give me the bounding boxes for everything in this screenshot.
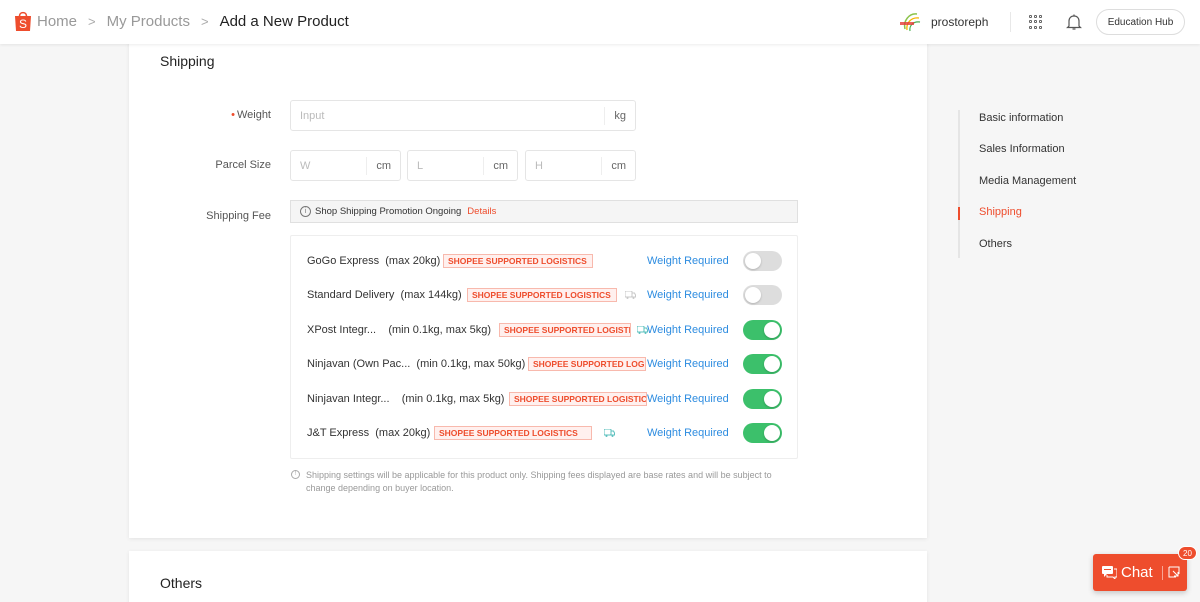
logistics-name: Standard Delivery (max 144kg) (307, 289, 462, 301)
others-section: Others (129, 551, 927, 602)
logistics-toggle[interactable] (743, 320, 782, 340)
required-marker: • (231, 109, 235, 121)
svg-text:S: S (19, 17, 27, 31)
chat-bubbles-icon (1102, 566, 1117, 579)
nav-media-management[interactable]: Media Management (979, 175, 1076, 187)
width-unit: cm (366, 156, 400, 175)
shopee-supported-logistics-tag: SHOPEE SUPPORTED LOGISTICS (499, 323, 631, 337)
shopee-supported-logistics-tag: SHOPEE SUPPORTED LOGISTICS (528, 357, 646, 371)
chat-divider (1162, 566, 1163, 580)
shipping-footnote: ! Shipping settings will be applicable f… (290, 469, 800, 495)
height-unit: cm (601, 156, 635, 175)
chevron-right-icon: > (88, 14, 96, 29)
chat-label: Chat (1121, 564, 1153, 581)
section-title: Others (160, 575, 203, 591)
shipping-fee-value: Weight Required (647, 393, 729, 405)
weight-unit: kg (604, 106, 635, 125)
shop-avatar (899, 9, 925, 35)
weight-label: • Weight (231, 109, 271, 121)
shipping-fee-value: Weight Required (647, 358, 729, 370)
header-divider (1010, 12, 1011, 32)
height-placeholder: H (535, 159, 543, 172)
logistics-row: Ninjavan (Own Pac... (min 0.1kg, max 50k… (291, 353, 797, 375)
toggle-knob (745, 253, 761, 269)
breadcrumb-home[interactable]: Home (37, 13, 77, 30)
logistics-row: XPost Integr... (min 0.1kg, max 5kg) SHOP… (291, 319, 797, 341)
nav-others[interactable]: Others (979, 238, 1012, 250)
parcel-height-input[interactable]: H cm (525, 150, 636, 181)
breadcrumb-my-products[interactable]: My Products (107, 13, 190, 30)
shop-account[interactable]: prostoreph (899, 9, 988, 35)
logistics-toggle[interactable] (743, 354, 782, 374)
chat-unread-badge: 20 (1178, 546, 1197, 560)
chevron-right-icon: > (200, 14, 209, 29)
breadcrumb: Home > My Products > Add a New Product (37, 13, 349, 30)
shipping-promotion-banner: i Shop Shipping Promotion Ongoing Detail… (290, 200, 798, 223)
chat-button[interactable]: Chat (1093, 554, 1187, 591)
active-nav-marker (958, 207, 960, 220)
shopee-supported-logistics-tag: SHOPEE SUPPORTED LOGISTICS (434, 426, 592, 440)
info-icon: ! (291, 470, 300, 479)
logistics-name: GoGo Express (max 20kg) (307, 255, 441, 267)
nav-sales-information[interactable]: Sales Information (979, 143, 1065, 155)
shipping-fee-value: Weight Required (647, 255, 729, 267)
nav-shipping[interactable]: Shipping (979, 206, 1022, 218)
apps-grid-icon[interactable] (1029, 15, 1043, 29)
logistics-row: Ninjavan Integr... (min 0.1kg, max 5kg) S… (291, 388, 797, 410)
logistics-row: GoGo Express (max 20kg) SHOPEE SUPPORTED … (291, 250, 797, 272)
parcel-length-input[interactable]: L cm (407, 150, 518, 181)
logistics-toggle[interactable] (743, 423, 782, 443)
logistics-row: J&T Express (max 20kg) SHOPEE SUPPORTED L… (291, 422, 797, 444)
promo-details-link[interactable]: Details (467, 206, 496, 217)
notification-bell-icon[interactable] (1066, 13, 1082, 31)
shopee-supported-logistics-tag: SHOPEE SUPPORTED LOGISTICS (509, 392, 647, 406)
logistics-toggle[interactable] (743, 285, 782, 305)
shop-name: prostoreph (931, 15, 989, 29)
logistics-name: Ninjavan Integr... (min 0.1kg, max 5kg) (307, 393, 505, 405)
shopee-supported-logistics-tag: SHOPEE SUPPORTED LOGISTICS (443, 254, 593, 268)
logistics-toggle[interactable] (743, 389, 782, 409)
shipping-section: Shipping • Weight Input kg Parcel Size W … (129, 38, 927, 538)
expand-chat-icon[interactable] (1168, 566, 1180, 578)
shipping-fee-label: Shipping Fee (206, 210, 271, 222)
nav-basic-information[interactable]: Basic information (979, 112, 1063, 124)
truck-icon (625, 291, 636, 299)
promo-text: Shop Shipping Promotion Ongoing (315, 206, 462, 217)
toggle-knob (764, 425, 780, 441)
parcel-size-label: Parcel Size (215, 159, 271, 171)
length-unit: cm (483, 156, 517, 175)
toggle-knob (764, 356, 780, 372)
width-placeholder: W (300, 159, 311, 172)
logistics-name: Ninjavan (Own Pac... (min 0.1kg, max 50k… (307, 358, 526, 370)
weight-placeholder: Input (300, 109, 325, 122)
toggle-knob (764, 391, 780, 407)
top-bar: S Home > My Products > Add a New Product… (0, 0, 1200, 44)
logistics-row: Standard Delivery (max 144kg) SHOPEE SUPP… (291, 284, 797, 306)
weight-input[interactable]: Input kg (290, 100, 636, 131)
shopee-logo-icon[interactable]: S (13, 10, 33, 32)
parcel-width-input[interactable]: W cm (290, 150, 401, 181)
logistics-toggle[interactable] (743, 251, 782, 271)
section-title: Shipping (160, 53, 215, 69)
shipping-fee-value: Weight Required (647, 427, 729, 439)
logistics-list: GoGo Express (max 20kg) SHOPEE SUPPORTED … (290, 235, 798, 459)
shipping-fee-value: Weight Required (647, 324, 729, 336)
toggle-knob (764, 322, 780, 338)
logistics-name: J&T Express (max 20kg) (307, 427, 431, 439)
info-icon: i (300, 206, 311, 217)
shipping-fee-value: Weight Required (647, 289, 729, 301)
education-hub-button[interactable]: Education Hub (1096, 9, 1185, 35)
logistics-name: XPost Integr... (min 0.1kg, max 5kg) (307, 324, 492, 336)
toggle-knob (745, 287, 761, 303)
section-nav: Basic information Sales Information Medi… (958, 110, 1118, 258)
shopee-supported-logistics-tag: SHOPEE SUPPORTED LOGISTICS (467, 288, 617, 302)
footnote-text: Shipping settings will be applicable for… (306, 470, 772, 493)
truck-icon (604, 429, 615, 437)
breadcrumb-current: Add a New Product (219, 13, 349, 30)
length-placeholder: L (417, 159, 424, 172)
